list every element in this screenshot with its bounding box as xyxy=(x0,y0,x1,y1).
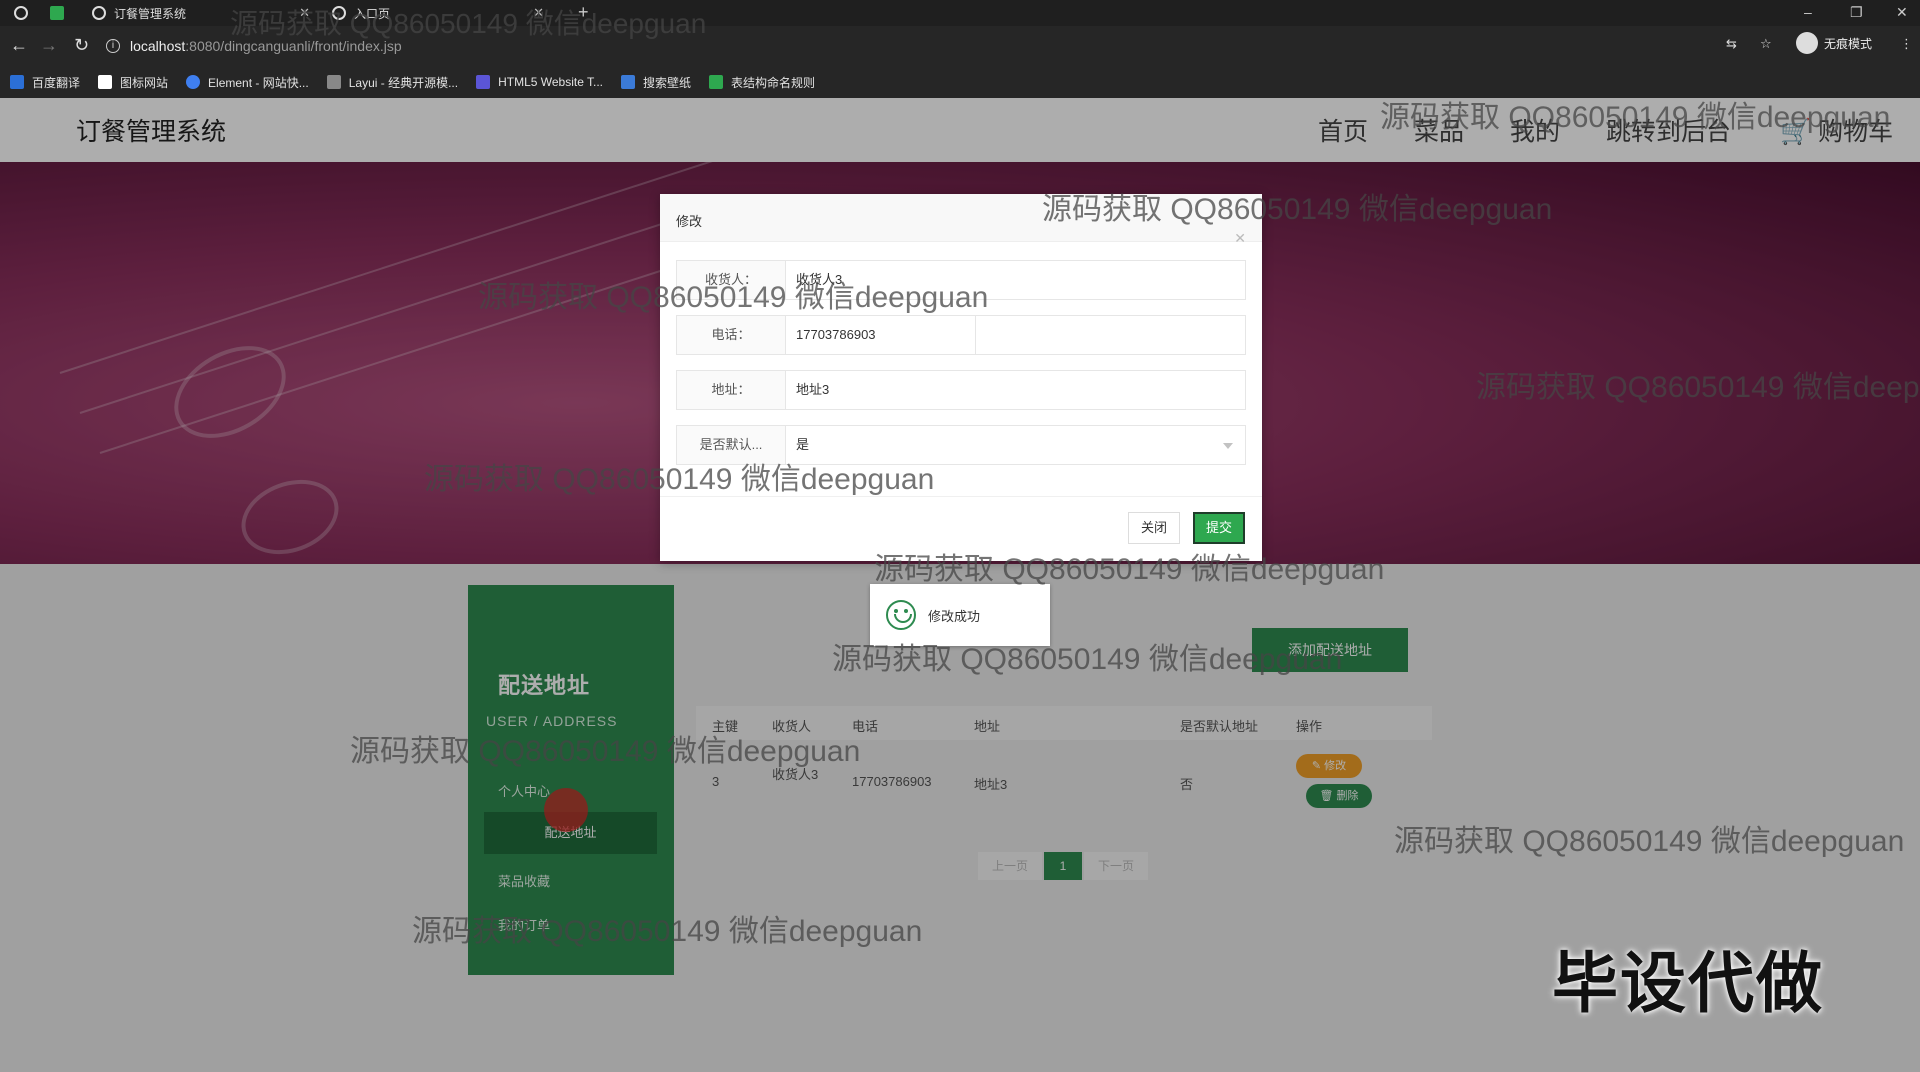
watermark: 源码获取 QQ86050149 微信deepguan xyxy=(424,463,935,496)
watermark: 源码获取 QQ86050149 微信deepguan xyxy=(1394,825,1905,858)
bookmark-label: Element - 网站快... xyxy=(208,75,309,90)
browser-tab-pinned[interactable] xyxy=(14,0,38,26)
layui-icon xyxy=(326,75,341,89)
globe-icon xyxy=(92,6,106,20)
app-icon xyxy=(50,6,64,20)
flag-icon xyxy=(98,75,113,89)
forward-icon[interactable]: → xyxy=(40,35,58,56)
watermark: 源码获取 QQ86050149 微信deepguan xyxy=(412,915,923,948)
bookmark-item[interactable]: 搜索壁纸 xyxy=(621,74,691,91)
profile-label: 无痕模式 xyxy=(1824,36,1873,51)
bookmark-label: Layui - 经典开源模... xyxy=(348,75,459,90)
default-select-value: 是 xyxy=(796,437,810,452)
translate-icon[interactable]: ⇆ xyxy=(1726,36,1737,52)
modal-title: 修改 xyxy=(676,214,703,229)
watermark: 源码获取 QQ86050149 微信deepguan xyxy=(832,643,1343,676)
bookmark-item[interactable]: Layui - 经典开源模... xyxy=(326,74,459,91)
watermark: 源码获取 QQ86050149 微信deepguan xyxy=(230,8,707,39)
globe-icon xyxy=(14,6,28,20)
watermark: 源码获取 QQ86050149 微信deepguan xyxy=(350,735,861,768)
menu-icon[interactable]: ⋮ xyxy=(1900,36,1913,52)
back-icon[interactable]: ← xyxy=(10,35,28,56)
browser-tab-pinned-2[interactable] xyxy=(50,0,74,26)
bookmark-label: 百度翻译 xyxy=(32,75,81,90)
bookmark-label: HTML5 Website T... xyxy=(498,75,604,89)
bookmark-label: 表结构命名规则 xyxy=(731,75,816,90)
bookmark-item[interactable]: HTML5 Website T... xyxy=(476,75,603,89)
bookmark-item[interactable]: 百度翻译 xyxy=(10,74,80,91)
reload-icon[interactable]: ↻ xyxy=(74,35,89,56)
bookmark-label: 图标网站 xyxy=(120,75,169,90)
bookmark-item[interactable]: 表结构命名规则 xyxy=(709,74,815,91)
bookmark-item[interactable]: 图标网站 xyxy=(98,74,168,91)
wallpaper-icon xyxy=(621,75,636,89)
watermark: 源码获取 QQ86050149 微信deepguan xyxy=(478,281,989,314)
watermark: 源码获取 QQ86050149 微信deepguan xyxy=(1042,193,1553,226)
bookmark-label: 搜索壁纸 xyxy=(643,75,692,90)
incognito-profile[interactable]: 无痕模式 xyxy=(1796,32,1872,54)
html5-icon xyxy=(476,75,491,89)
phone-input-extra[interactable] xyxy=(976,315,1246,355)
restore-icon[interactable]: ❐ xyxy=(1850,0,1863,26)
corner-promo-text: 毕设代做 xyxy=(1552,946,1824,1020)
translate-bookmark-icon xyxy=(10,75,24,89)
phone-row: 电话： 17703786903 xyxy=(676,315,1246,355)
bookmark-item[interactable]: Element - 网站快... xyxy=(186,74,309,91)
star-icon[interactable]: ☆ xyxy=(1760,36,1772,52)
window-close-icon[interactable]: ✕ xyxy=(1896,0,1908,26)
sheet-icon xyxy=(709,75,724,89)
tab-title: 订餐管理系统 xyxy=(114,6,187,21)
watermark: 源码获取 QQ86050149 微信deepguan xyxy=(1476,371,1920,404)
submit-button[interactable]: 提交 xyxy=(1193,512,1245,544)
url-host: localhost xyxy=(130,38,186,54)
smile-icon xyxy=(886,600,916,630)
edit-modal: 修改 ✕ 收货人： 收货人3 电话： 17703786903 地址： 地址3 是… xyxy=(660,194,1262,561)
watermark: 源码获取 QQ86050149 微信deepguan xyxy=(874,553,1385,586)
chevron-down-icon xyxy=(1223,443,1233,449)
address-input[interactable]: 地址3 xyxy=(786,370,1246,410)
minimize-icon[interactable]: – xyxy=(1804,0,1812,26)
info-icon[interactable]: i xyxy=(106,39,120,53)
phone-label: 电话： xyxy=(676,315,786,355)
address-row: 地址： 地址3 xyxy=(676,370,1246,410)
address-label: 地址： xyxy=(676,370,786,410)
close-icon[interactable]: ✕ xyxy=(1234,230,1246,247)
close-button[interactable]: 关闭 xyxy=(1128,512,1180,544)
toast-message: 修改成功 xyxy=(928,608,981,624)
phone-input[interactable]: 17703786903 xyxy=(786,315,976,355)
element-icon xyxy=(186,75,201,89)
incognito-icon xyxy=(1796,32,1818,54)
watermark: 源码获取 QQ86050149 微信deepguan xyxy=(1380,101,1891,134)
